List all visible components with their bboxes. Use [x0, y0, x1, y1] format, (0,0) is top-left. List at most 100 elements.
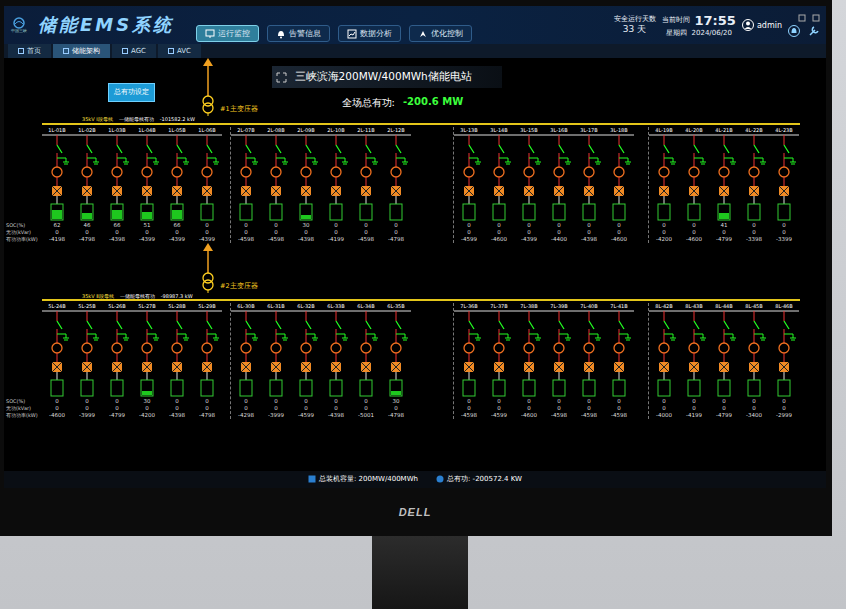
storage-unit[interactable]: 2L-10B00-4199	[321, 127, 351, 243]
tab[interactable]: 首页	[8, 44, 51, 58]
tab-icon	[63, 48, 69, 54]
storage-unit[interactable]: 2L-09B300-4398	[291, 127, 321, 243]
unit-power: -5001	[358, 412, 374, 419]
unit-name: 2L-09B	[297, 127, 314, 134]
tab[interactable]: AGC	[112, 44, 156, 58]
storage-unit[interactable]: 7L-40B00-4598	[574, 303, 604, 419]
storage-unit[interactable]: 7L-36B00-4598	[454, 303, 484, 419]
rocket-icon	[418, 29, 428, 39]
storage-unit[interactable]: 6L-33B00-4398	[321, 303, 351, 419]
feeder-group: 6L-30B00-42986L-31B00-39996L-32B00-45996…	[230, 303, 411, 419]
storage-unit[interactable]: 7L-37B00-4599	[484, 303, 514, 419]
storage-unit[interactable]: 2L-12B00-4798	[381, 127, 411, 243]
storage-unit[interactable]: 2L-11B00-4598	[351, 127, 381, 243]
unit-reactive: 0	[304, 229, 308, 236]
unit-reactive: 0	[205, 405, 209, 412]
storage-unit[interactable]: 5L-29B00-4798	[192, 303, 222, 419]
nav-button[interactable]: 告警信息	[267, 25, 330, 42]
storage-unit[interactable]: 4L-23B00-3399	[769, 127, 799, 243]
storage-unit[interactable]: 8L-44B00-4799	[709, 303, 739, 419]
unit-soc: 0	[55, 398, 59, 405]
storage-unit[interactable]: 6L-32B00-4599	[291, 303, 321, 419]
unit-name: 2L-12B	[387, 127, 404, 134]
unit-name: 4L-20B	[685, 127, 702, 134]
unit-soc: 0	[304, 398, 308, 405]
unit-soc: 66	[174, 222, 181, 229]
unit-power: -4598	[581, 412, 597, 419]
unit-reactive: 0	[244, 405, 248, 412]
storage-unit[interactable]: 2L-07B00-4598	[231, 127, 261, 243]
row-labels: SOC(%)无功(kVar)有功功率(kW)	[4, 127, 42, 243]
unit-soc: 30	[144, 398, 151, 405]
unit-diagram	[162, 134, 192, 222]
storage-unit[interactable]: 4L-22B00-3398	[739, 127, 769, 243]
bus-name: 35kV Ⅰ段母线	[82, 116, 113, 123]
unit-power: -4798	[388, 236, 404, 243]
window-icon	[812, 14, 820, 22]
nav-button[interactable]: 数据分析	[338, 25, 401, 42]
storage-unit[interactable]: 5L-27B300-4200	[132, 303, 162, 419]
tab[interactable]: AVC	[158, 44, 201, 58]
soc-fill	[391, 391, 401, 395]
unit-power: -4200	[139, 412, 155, 419]
storage-unit[interactable]: 3L-17B00-4398	[574, 127, 604, 243]
storage-unit[interactable]: 5L-25B00-3999	[72, 303, 102, 419]
storage-unit[interactable]: 1L-03B660-4398	[102, 127, 132, 243]
storage-unit[interactable]: 7L-38B00-4600	[514, 303, 544, 419]
unit-reactive: 0	[692, 229, 696, 236]
storage-unit[interactable]: 4L-20B00-4600	[679, 127, 709, 243]
storage-unit[interactable]: 1L-05B660-4399	[162, 127, 192, 243]
unit-name: 7L-37B	[490, 303, 507, 310]
storage-unit[interactable]: 6L-34B00-5001	[351, 303, 381, 419]
storage-unit[interactable]: 8L-42B00-4000	[649, 303, 679, 419]
unit-power: -3999	[79, 412, 95, 419]
bell-icon	[788, 25, 800, 37]
setpoint-button[interactable]: 总有功设定	[108, 83, 155, 102]
unit-name: 8L-43B	[685, 303, 702, 310]
storage-unit[interactable]: 1L-01B620-4198	[42, 127, 72, 243]
unit-soc: 0	[274, 398, 278, 405]
storage-unit[interactable]: 3L-16B00-4400	[544, 127, 574, 243]
storage-unit[interactable]: 8L-45B00-3400	[739, 303, 769, 419]
bus-power: -101582.2 kW	[160, 116, 195, 123]
storage-unit[interactable]: 5L-28B00-4398	[162, 303, 192, 419]
unit-diagram	[544, 310, 574, 398]
storage-unit[interactable]: 7L-41B00-4598	[604, 303, 634, 419]
soc-fill	[112, 395, 122, 396]
unit-diagram	[454, 134, 484, 222]
soc-fill	[614, 218, 624, 219]
storage-unit[interactable]: 6L-31B00-3999	[261, 303, 291, 419]
storage-unit[interactable]: 3L-15B00-4399	[514, 127, 544, 243]
storage-unit[interactable]: 3L-13B00-4599	[454, 127, 484, 243]
bus-bar: 35kV Ⅱ段母线一储能母线有功-98987.3 kW	[42, 293, 800, 302]
soc-fill	[614, 395, 624, 396]
storage-unit[interactable]: 8L-43B00-4199	[679, 303, 709, 419]
storage-unit[interactable]: 6L-30B00-4298	[231, 303, 261, 419]
unit-diagram	[769, 310, 799, 398]
row-label: 有功功率(kW)	[6, 412, 42, 419]
storage-unit[interactable]: 5L-24B00-4600	[42, 303, 72, 419]
soc-fill	[301, 215, 311, 219]
soc-fill	[301, 395, 311, 396]
nav-button[interactable]: 优化控制	[409, 25, 472, 42]
feeder-group: 2L-07B00-45982L-08B00-45982L-09B300-4398…	[230, 127, 411, 243]
nav-button[interactable]: 运行监控	[196, 25, 259, 42]
storage-unit[interactable]: 5L-26B00-4799	[102, 303, 132, 419]
storage-unit[interactable]: 4L-19B00-4200	[649, 127, 679, 243]
storage-unit[interactable]: 1L-02B460-4798	[72, 127, 102, 243]
unit-reactive: 0	[55, 405, 59, 412]
storage-unit[interactable]: 1L-06B00-4399	[192, 127, 222, 243]
monitor-icon	[205, 29, 215, 39]
storage-unit[interactable]: 7L-39B00-4598	[544, 303, 574, 419]
storage-unit[interactable]: 6L-35B300-4798	[381, 303, 411, 419]
storage-unit[interactable]: 3L-14B00-4600	[484, 127, 514, 243]
storage-unit[interactable]: 4L-21B410-4799	[709, 127, 739, 243]
user-menu[interactable]: admin	[742, 19, 782, 31]
storage-unit[interactable]: 1L-04B510-4399	[132, 127, 162, 243]
tab[interactable]: 储能架构	[53, 44, 110, 58]
storage-unit[interactable]: 8L-46B00-2999	[769, 303, 799, 419]
storage-unit[interactable]: 2L-08B00-4598	[261, 127, 291, 243]
storage-unit[interactable]: 3L-18B00-4600	[604, 127, 634, 243]
unit-diagram	[321, 134, 351, 222]
unit-soc: 0	[527, 398, 531, 405]
